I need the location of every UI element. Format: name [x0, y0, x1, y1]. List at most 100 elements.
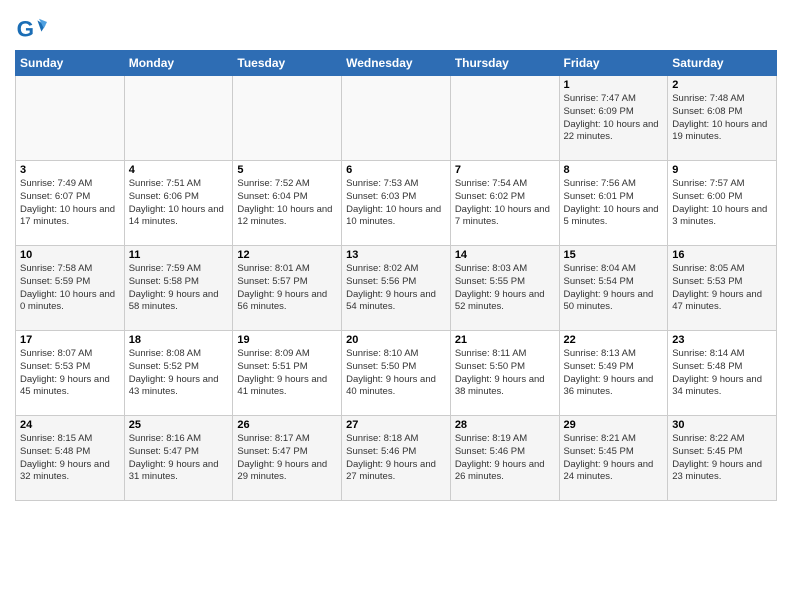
calendar-cell: 23 Sunrise: 8:14 AM Sunset: 5:48 PM Dayli… — [668, 331, 777, 416]
day-number: 22 — [564, 334, 664, 346]
day-number: 2 — [672, 79, 772, 91]
calendar-cell: 6 Sunrise: 7:53 AM Sunset: 6:03 PM Daylig… — [342, 161, 451, 246]
calendar-cell: 12 Sunrise: 8:01 AM Sunset: 5:57 PM Dayli… — [233, 246, 342, 331]
day-info: Sunrise: 8:22 AM Sunset: 5:45 PM Dayligh… — [672, 433, 772, 484]
day-info: Sunrise: 8:16 AM Sunset: 5:47 PM Dayligh… — [129, 433, 229, 484]
weekday-header: SundayMondayTuesdayWednesdayThursdayFrid… — [16, 51, 777, 76]
calendar-cell: 10 Sunrise: 7:58 AM Sunset: 5:59 PM Dayli… — [16, 246, 125, 331]
day-info: Sunrise: 8:17 AM Sunset: 5:47 PM Dayligh… — [237, 433, 337, 484]
calendar-week-5: 24 Sunrise: 8:15 AM Sunset: 5:48 PM Dayli… — [16, 416, 777, 501]
day-number: 25 — [129, 419, 229, 431]
day-number: 8 — [564, 164, 664, 176]
calendar-cell: 21Sunrise: 8:11 AM Sunset: 5:50 PM Dayli… — [450, 331, 559, 416]
day-number: 3 — [20, 164, 120, 176]
calendar-cell: 17 Sunrise: 8:07 AM Sunset: 5:53 PM Dayli… — [16, 331, 125, 416]
calendar-cell: 16Sunrise: 8:05 AM Sunset: 5:53 PM Dayli… — [668, 246, 777, 331]
day-number: 18 — [129, 334, 229, 346]
day-number: 6 — [346, 164, 446, 176]
day-info: Sunrise: 8:08 AM Sunset: 5:52 PM Dayligh… — [129, 348, 229, 399]
calendar-week-1: 1Sunrise: 7:47 AM Sunset: 6:09 PM Daylig… — [16, 76, 777, 161]
calendar-week-2: 3Sunrise: 7:49 AM Sunset: 6:07 PM Daylig… — [16, 161, 777, 246]
day-info: Sunrise: 7:59 AM Sunset: 5:58 PM Dayligh… — [129, 263, 229, 314]
logo-icon: G — [15, 14, 47, 46]
day-number: 7 — [455, 164, 555, 176]
calendar-body: 1Sunrise: 7:47 AM Sunset: 6:09 PM Daylig… — [16, 76, 777, 501]
day-info: Sunrise: 8:21 AM Sunset: 5:45 PM Dayligh… — [564, 433, 664, 484]
day-info: Sunrise: 7:54 AM Sunset: 6:02 PM Dayligh… — [455, 178, 555, 229]
calendar-cell: 19Sunrise: 8:09 AM Sunset: 5:51 PM Dayli… — [233, 331, 342, 416]
calendar-cell: 27 Sunrise: 8:18 AM Sunset: 5:46 PM Dayli… — [342, 416, 451, 501]
day-info: Sunrise: 8:11 AM Sunset: 5:50 PM Dayligh… — [455, 348, 555, 399]
day-info: Sunrise: 8:09 AM Sunset: 5:51 PM Dayligh… — [237, 348, 337, 399]
day-number: 15 — [564, 249, 664, 261]
calendar-cell: 14Sunrise: 8:03 AM Sunset: 5:55 PM Dayli… — [450, 246, 559, 331]
calendar-cell: 9 Sunrise: 7:57 AM Sunset: 6:00 PM Daylig… — [668, 161, 777, 246]
day-number: 11 — [129, 249, 229, 261]
calendar-cell: 11 Sunrise: 7:59 AM Sunset: 5:58 PM Dayli… — [124, 246, 233, 331]
weekday-header-thursday: Thursday — [450, 51, 559, 76]
calendar: SundayMondayTuesdayWednesdayThursdayFrid… — [15, 50, 777, 501]
weekday-header-saturday: Saturday — [668, 51, 777, 76]
day-info: Sunrise: 7:52 AM Sunset: 6:04 PM Dayligh… — [237, 178, 337, 229]
day-info: Sunrise: 7:47 AM Sunset: 6:09 PM Dayligh… — [564, 93, 664, 144]
day-number: 23 — [672, 334, 772, 346]
calendar-cell: 30Sunrise: 8:22 AM Sunset: 5:45 PM Dayli… — [668, 416, 777, 501]
day-info: Sunrise: 8:07 AM Sunset: 5:53 PM Dayligh… — [20, 348, 120, 399]
day-info: Sunrise: 7:51 AM Sunset: 6:06 PM Dayligh… — [129, 178, 229, 229]
day-number: 29 — [564, 419, 664, 431]
calendar-cell: 22 Sunrise: 8:13 AM Sunset: 5:49 PM Dayli… — [559, 331, 668, 416]
day-number: 13 — [346, 249, 446, 261]
day-number: 10 — [20, 249, 120, 261]
day-info: Sunrise: 8:05 AM Sunset: 5:53 PM Dayligh… — [672, 263, 772, 314]
calendar-week-3: 10 Sunrise: 7:58 AM Sunset: 5:59 PM Dayli… — [16, 246, 777, 331]
calendar-cell: 4 Sunrise: 7:51 AM Sunset: 6:06 PM Daylig… — [124, 161, 233, 246]
day-info: Sunrise: 8:01 AM Sunset: 5:57 PM Dayligh… — [237, 263, 337, 314]
calendar-week-4: 17 Sunrise: 8:07 AM Sunset: 5:53 PM Dayli… — [16, 331, 777, 416]
day-number: 27 — [346, 419, 446, 431]
calendar-cell — [233, 76, 342, 161]
day-info: Sunrise: 7:58 AM Sunset: 5:59 PM Dayligh… — [20, 263, 120, 314]
day-number: 24 — [20, 419, 120, 431]
day-number: 5 — [237, 164, 337, 176]
calendar-cell: 5 Sunrise: 7:52 AM Sunset: 6:04 PM Daylig… — [233, 161, 342, 246]
day-info: Sunrise: 8:14 AM Sunset: 5:48 PM Dayligh… — [672, 348, 772, 399]
day-number: 17 — [20, 334, 120, 346]
calendar-cell: 29 Sunrise: 8:21 AM Sunset: 5:45 PM Dayli… — [559, 416, 668, 501]
day-info: Sunrise: 8:13 AM Sunset: 5:49 PM Dayligh… — [564, 348, 664, 399]
day-number: 14 — [455, 249, 555, 261]
day-info: Sunrise: 8:10 AM Sunset: 5:50 PM Dayligh… — [346, 348, 446, 399]
calendar-cell — [450, 76, 559, 161]
calendar-cell — [16, 76, 125, 161]
day-number: 12 — [237, 249, 337, 261]
day-info: Sunrise: 7:57 AM Sunset: 6:00 PM Dayligh… — [672, 178, 772, 229]
calendar-cell — [124, 76, 233, 161]
day-info: Sunrise: 8:15 AM Sunset: 5:48 PM Dayligh… — [20, 433, 120, 484]
day-number: 20 — [346, 334, 446, 346]
day-number: 9 — [672, 164, 772, 176]
calendar-cell: 13 Sunrise: 8:02 AM Sunset: 5:56 PM Dayli… — [342, 246, 451, 331]
weekday-header-friday: Friday — [559, 51, 668, 76]
calendar-cell: 15Sunrise: 8:04 AM Sunset: 5:54 PM Dayli… — [559, 246, 668, 331]
calendar-cell: 3Sunrise: 7:49 AM Sunset: 6:07 PM Daylig… — [16, 161, 125, 246]
day-info: Sunrise: 7:56 AM Sunset: 6:01 PM Dayligh… — [564, 178, 664, 229]
day-info: Sunrise: 8:18 AM Sunset: 5:46 PM Dayligh… — [346, 433, 446, 484]
calendar-cell: 2Sunrise: 7:48 AM Sunset: 6:08 PM Daylig… — [668, 76, 777, 161]
logo: G — [15, 14, 51, 46]
day-number: 4 — [129, 164, 229, 176]
day-number: 28 — [455, 419, 555, 431]
calendar-cell: 7 Sunrise: 7:54 AM Sunset: 6:02 PM Daylig… — [450, 161, 559, 246]
calendar-cell: 28 Sunrise: 8:19 AM Sunset: 5:46 PM Dayli… — [450, 416, 559, 501]
calendar-cell: 8 Sunrise: 7:56 AM Sunset: 6:01 PM Daylig… — [559, 161, 668, 246]
weekday-header-sunday: Sunday — [16, 51, 125, 76]
calendar-cell: 1Sunrise: 7:47 AM Sunset: 6:09 PM Daylig… — [559, 76, 668, 161]
calendar-cell: 25 Sunrise: 8:16 AM Sunset: 5:47 PM Dayli… — [124, 416, 233, 501]
day-info: Sunrise: 8:02 AM Sunset: 5:56 PM Dayligh… — [346, 263, 446, 314]
day-info: Sunrise: 7:53 AM Sunset: 6:03 PM Dayligh… — [346, 178, 446, 229]
weekday-header-monday: Monday — [124, 51, 233, 76]
weekday-header-wednesday: Wednesday — [342, 51, 451, 76]
calendar-cell — [342, 76, 451, 161]
day-number: 26 — [237, 419, 337, 431]
header: G — [15, 10, 777, 46]
day-info: Sunrise: 8:19 AM Sunset: 5:46 PM Dayligh… — [455, 433, 555, 484]
svg-text:G: G — [17, 16, 34, 41]
